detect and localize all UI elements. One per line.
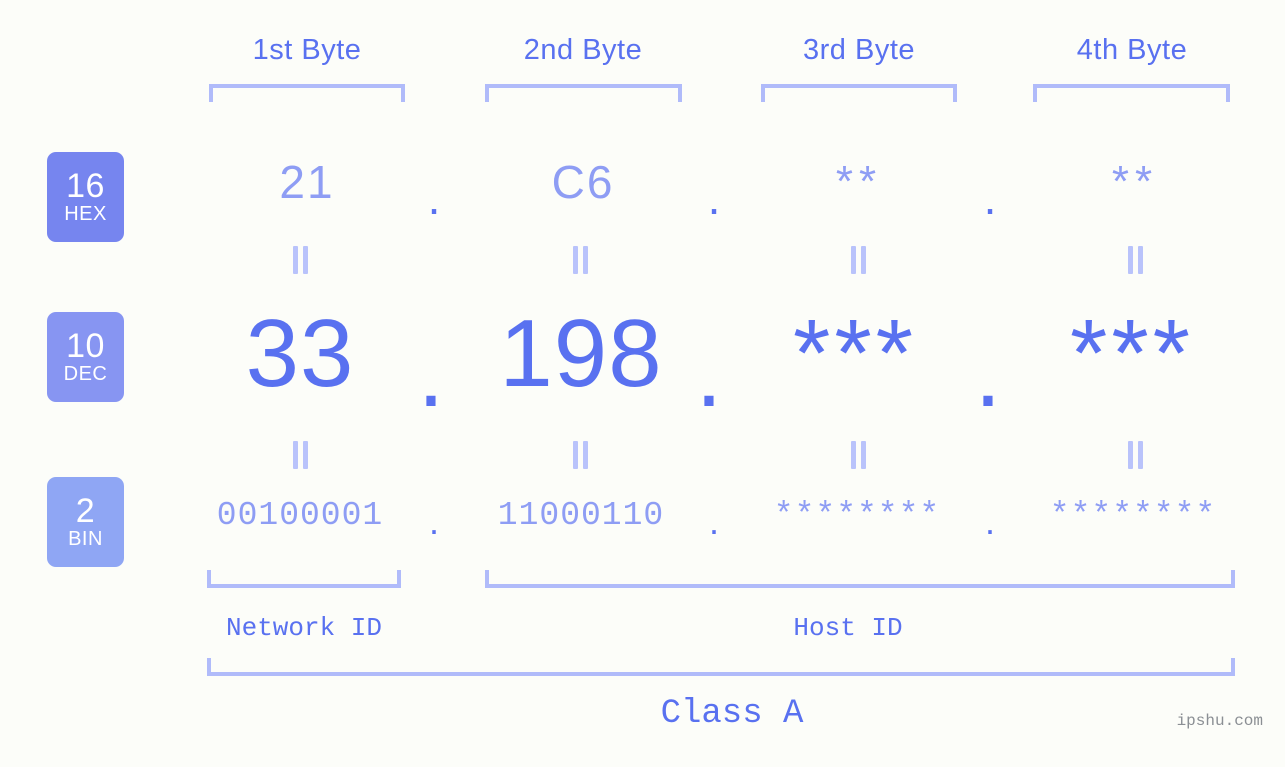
byte-label-2: 2nd Byte <box>523 34 643 66</box>
bin-byte-4: ******** <box>1049 497 1217 534</box>
base-badge-dec: 10 DEC <box>47 312 124 402</box>
equals-connector-hex-dec-1 <box>292 246 310 274</box>
bin-separator-2: . <box>708 501 719 542</box>
dec-separator-2: . <box>695 320 723 427</box>
equals-connector-dec-bin-1 <box>292 441 310 469</box>
bin-separator-1: . <box>428 501 439 542</box>
dec-separator-1: . <box>417 320 445 427</box>
network-id-bracket <box>207 570 401 588</box>
bin-separator-3: . <box>984 501 995 542</box>
byte-bracket-1 <box>209 84 405 102</box>
class-label: Class A <box>660 695 804 733</box>
bin-byte-3: ******** <box>773 497 941 534</box>
byte-label-1: 1st Byte <box>252 34 362 66</box>
hex-separator-3: . <box>983 172 997 224</box>
hex-byte-1: 21 <box>279 156 335 208</box>
host-id-label: Host ID <box>793 613 903 643</box>
host-id-bracket <box>485 570 1235 588</box>
hex-separator-2: . <box>707 172 721 224</box>
hex-byte-4: ** <box>1111 157 1159 206</box>
byte-bracket-3 <box>761 84 957 102</box>
byte-bracket-2 <box>485 84 682 102</box>
dec-separator-3: . <box>974 320 1002 427</box>
bin-byte-1: 00100001 <box>216 497 384 534</box>
equals-connector-dec-bin-2 <box>572 441 590 469</box>
network-id-label: Network ID <box>225 613 383 643</box>
equals-connector-dec-bin-3 <box>850 441 868 469</box>
byte-label-4: 4th Byte <box>1076 34 1188 66</box>
bin-byte-2: 11000110 <box>497 497 665 534</box>
base-badge-hex-number: 16 <box>66 167 105 205</box>
byte-bracket-4 <box>1033 84 1230 102</box>
dec-byte-1: 33 <box>245 300 355 407</box>
base-badge-dec-name: DEC <box>63 363 108 385</box>
equals-connector-hex-dec-4 <box>1127 246 1145 274</box>
ip-address-breakdown-diagram: 1st Byte 2nd Byte 3rd Byte 4th Byte 16 H… <box>0 0 1285 767</box>
base-badge-hex-name: HEX <box>64 203 107 225</box>
base-badge-bin-number: 2 <box>75 492 96 530</box>
class-bracket <box>207 658 1235 676</box>
byte-label-3: 3rd Byte <box>803 34 915 66</box>
base-badge-dec-number: 10 <box>66 327 105 365</box>
equals-connector-hex-dec-3 <box>850 246 868 274</box>
equals-connector-hex-dec-2 <box>572 246 590 274</box>
hex-byte-2: C6 <box>551 156 615 208</box>
hex-byte-3: ** <box>835 157 883 206</box>
equals-connector-dec-bin-4 <box>1127 441 1145 469</box>
site-watermark: ipshu.com <box>1176 712 1263 730</box>
base-badge-hex: 16 HEX <box>47 152 124 242</box>
dec-byte-3: *** <box>792 300 918 407</box>
base-badge-bin: 2 BIN <box>47 477 124 567</box>
hex-separator-1: . <box>427 172 441 224</box>
dec-byte-2: 198 <box>499 300 663 407</box>
dec-byte-4: *** <box>1069 300 1195 407</box>
base-badge-bin-name: BIN <box>68 528 103 550</box>
